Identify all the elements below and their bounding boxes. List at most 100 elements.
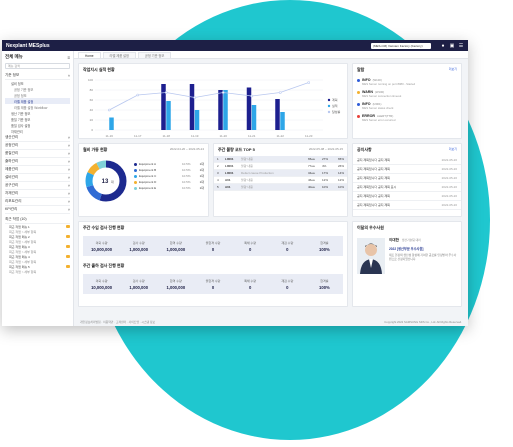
legend-name: Equipment D: [139, 180, 157, 184]
alarm-more-link[interactable]: 더보기: [449, 67, 457, 73]
bar-0: [275, 99, 280, 130]
legend-count: 1대: [199, 162, 204, 166]
stat-value: 1,000,000: [166, 246, 186, 252]
y-tick-label: 80: [90, 88, 94, 92]
sidebar-item-label: 공정관리: [5, 143, 19, 147]
work-order-chart: 0 20 40 60 80 100 11-16 11-17 11-18 11-19 11-20 11-…: [88, 78, 341, 138]
legend-dot: [134, 168, 137, 172]
sidebar-item-label: 품질관리: [5, 151, 19, 155]
rank-cell: 4: [217, 178, 219, 182]
legend-swatch: [327, 104, 331, 108]
defect-top5-table: 1 L0001 불량 내용 65ea 27% 65% 2 L0001 불량 내용 77ea 4% 26…: [214, 156, 347, 191]
tab-label-setting[interactable]: 라벨 제품 설정: [102, 52, 136, 58]
x-tick-label: 11-19: [191, 134, 199, 138]
recent-item-label: 최근 작업 메뉴 5: [9, 264, 30, 269]
brand-logo: Nexplant MESplus: [6, 42, 50, 49]
sidebar-collapse-icon[interactable]: ≡: [67, 55, 70, 60]
alarm-item[interactable]: INFO (I2001) MES Server status check: [353, 100, 461, 112]
bar-0: [246, 87, 252, 130]
stat-label: 불합격 수량: [205, 278, 221, 283]
chart-title: 작업지시 실적 현황: [83, 67, 115, 72]
notice-item[interactable]: 공지 제목입니다 공지 제목 표시 2022-05-20: [353, 183, 461, 192]
stat-cell: 검사 수량 1,000,000: [120, 236, 157, 256]
qty-cell: 40ea: [308, 185, 315, 189]
site-select[interactable]: (MES-CM) Vietnam Factory (Factory): [371, 42, 431, 49]
sidebar-search-input[interactable]: 메뉴 검색: [5, 63, 70, 69]
window-icon[interactable]: ▣: [449, 43, 455, 49]
chevron-down-icon: ˅: [67, 167, 70, 172]
rank-cell: 1: [217, 157, 219, 161]
recent-title: 최근 작업 (10): [5, 217, 27, 221]
notice-date: 2022-05-20: [441, 203, 457, 207]
rank-cell: 2: [217, 164, 219, 168]
notice-date: 2022-05-20: [441, 167, 457, 171]
employee-dept: 생산기술팀 대리: [401, 238, 421, 242]
recent-badge: [66, 225, 70, 228]
stat-cell: 합격률 100%: [306, 274, 343, 294]
menu-icon[interactable]: ☰: [458, 43, 464, 49]
sidebar-item[interactable]: 자재관리 ˅: [5, 190, 70, 198]
tab-home[interactable]: Home: [78, 52, 101, 58]
table-row[interactable]: 3 L0001 Defect cause Production 34ea 17% 14%: [214, 170, 347, 177]
chevron-down-icon: ˅: [67, 199, 70, 204]
qty-cell: 34ea: [308, 171, 315, 175]
x-tick-label: 11-17: [134, 134, 142, 138]
sidebar-item[interactable]: 품질관리 ˅: [5, 150, 70, 158]
legend-name: Equipment A: [139, 162, 157, 166]
table-row[interactable]: 1 L0001 불량 내용 65ea 27% 65%: [214, 156, 347, 163]
bar-0: [189, 84, 195, 130]
sidebar-item-label: 기준 정보: [5, 73, 20, 77]
rate-point: [307, 81, 311, 84]
recent-badge: [66, 255, 70, 258]
bar-1: [251, 105, 257, 130]
recent-header[interactable]: 최근 작업 (10): [5, 216, 70, 224]
notice-item[interactable]: 공지 제목입니다 공지 제목 2022-05-20: [353, 192, 461, 201]
bar-1: [194, 110, 200, 130]
notice-item[interactable]: 공지 제목입니다 공지 제목 2022-05-20: [353, 165, 461, 174]
x-tick-label: 11-18: [163, 134, 171, 138]
alarm-message: MES Server running on port 8080 - Starte…: [362, 82, 416, 86]
donut-legend-row: Equipment E 10.5% 1대: [134, 185, 204, 191]
stat-label: 재검 수량: [281, 278, 294, 283]
sidebar-item[interactable]: 리포트관리 ˅: [5, 198, 70, 206]
alarm-item[interactable]: INFO (W100) MES Server running on port 808…: [353, 76, 461, 88]
sidebar-item[interactable]: 공구관리 ˅: [5, 182, 70, 190]
alarm-item[interactable]: WARN (W100) MES Server connection timeout: [353, 88, 461, 100]
legend-count: 1대: [199, 168, 204, 172]
sidebar-item[interactable]: 공정관리 ˅: [5, 142, 70, 150]
ratio-cell: 27%: [322, 157, 329, 161]
tab-process-info[interactable]: 공정 기준 정보: [137, 52, 172, 58]
top-bar: Nexplant MESplus (MES-CM) Vietnam Factor…: [2, 40, 468, 51]
stat-label: 의뢰 수량: [95, 240, 108, 245]
stat-value: 100%: [319, 246, 330, 252]
notice-item[interactable]: 공지 제목입니다 공지 제목 2022-05-20: [353, 174, 461, 183]
sidebar-item[interactable]: 기준 정보 ˄: [5, 72, 70, 80]
sidebar-item[interactable]: 생산관리 ˅: [5, 134, 70, 142]
table-row[interactable]: 5 A01 불량 내용 40ea 10% 10%: [214, 184, 347, 191]
table-row[interactable]: 2 L0001 불량 내용 77ea 4% 26%: [214, 163, 347, 170]
notice-more-link[interactable]: 더보기: [449, 147, 457, 153]
qty-cell: 46ea: [308, 178, 315, 182]
rank-cell: 3: [217, 171, 219, 175]
stat-cell: 특채 수량 0: [232, 274, 269, 294]
rate-point: [136, 93, 140, 97]
stat-cell: 합격 수량 1,000,000: [157, 236, 194, 256]
employee-desc: 제조 현장의 생산성 향상에 기여한 공로를 인정받아 우수사원으로 선정되었습…: [389, 253, 457, 261]
notice-item[interactable]: 공지 제목입니다 공지 제목 2022-05-20: [353, 156, 461, 165]
footer-links[interactable]: 개인정보처리방침 · 이용약관 · 고객센터 · 사이트맵 · 시스템 정보: [80, 320, 155, 324]
sidebar-item[interactable]: KPI관리 ˅: [5, 206, 70, 214]
recent-item-label: 최근 작업 메뉴 3: [9, 244, 30, 249]
stat-value: 0: [211, 284, 215, 290]
ratio-cell: 12%: [322, 178, 329, 182]
stat-label: 검사 수량: [132, 278, 145, 283]
user-icon[interactable]: ●: [440, 43, 446, 49]
legend-dot: [134, 162, 137, 166]
sidebar-item[interactable]: 제품관리 ˅: [5, 166, 70, 174]
table-row[interactable]: 4 A01 불량 내용 46ea 12% 12%: [214, 177, 347, 184]
sidebar-item[interactable]: 출하관리 ˅: [5, 158, 70, 166]
notice-item[interactable]: 공지 제목입니다 공지 제목 2022-05-20: [353, 201, 461, 210]
footer: 개인정보처리방침 · 이용약관 · 고객센터 · 사이트맵 · 시스템 정보 C…: [74, 318, 468, 326]
notice-text: 공지 제목입니다 공지 제목 표시: [357, 185, 397, 189]
sidebar-item[interactable]: 설비관리 ˅: [5, 174, 70, 182]
alarm-item[interactable]: ERROR ALERT(TTR) MES Server error occurred: [353, 112, 461, 124]
